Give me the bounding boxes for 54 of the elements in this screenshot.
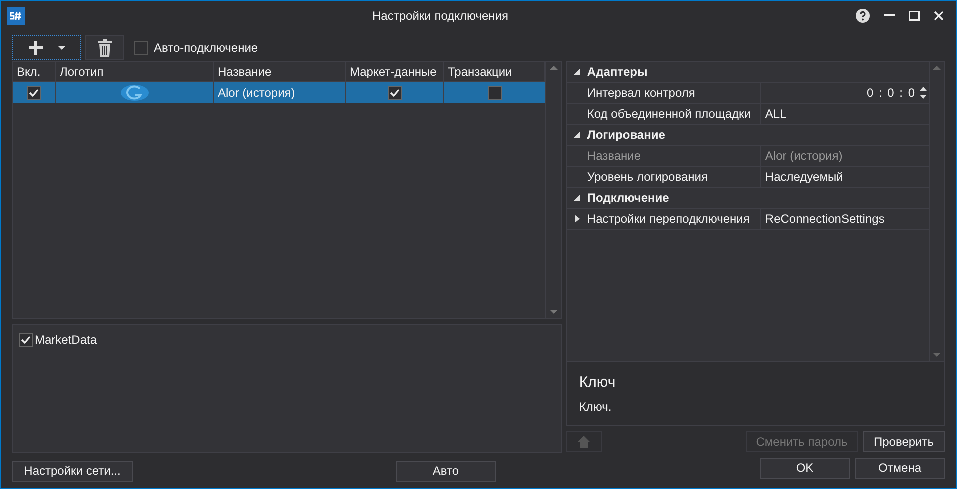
home-icon	[578, 436, 590, 448]
category-header: Подключение	[587, 190, 670, 207]
caret-icon	[58, 46, 66, 50]
connection-name: Alor (история)	[218, 84, 296, 102]
minimize-icon[interactable]	[884, 14, 895, 17]
expand-arrow-icon[interactable]	[574, 215, 580, 223]
property-value[interactable]: ALL	[765, 105, 787, 123]
connection-row[interactable]: Alor (история)	[13, 82, 546, 103]
property-value[interactable]: Alor (история)	[765, 147, 843, 165]
property-name: Уровень логирования	[587, 169, 708, 186]
ok-button[interactable]: OK	[760, 458, 850, 478]
collapse-arrow-icon[interactable]	[574, 69, 580, 75]
add-button[interactable]	[12, 35, 81, 60]
scroll-down-icon[interactable]	[550, 310, 558, 314]
column-header[interactable]: Транзакции	[444, 62, 546, 81]
auto-connect-checkbox[interactable]	[134, 40, 148, 54]
help-icon[interactable]	[856, 8, 870, 22]
property-name: Интервал контроля	[587, 85, 696, 102]
enabled-checkbox[interactable]	[27, 86, 41, 100]
property-name: Название	[587, 148, 642, 165]
timespan-field[interactable]: 0 : 0 : 0	[866, 84, 916, 102]
property-value[interactable]: Наследуемый	[765, 168, 844, 186]
description-title: Ключ	[579, 374, 617, 392]
market-data-checkbox[interactable]	[388, 86, 402, 100]
category-header: Адаптеры	[587, 64, 648, 81]
auto-button[interactable]: Авто	[396, 460, 496, 482]
category-header: Логирование	[587, 127, 666, 144]
logo-icon	[120, 84, 150, 102]
column-header[interactable]: Маркет-данные	[346, 62, 444, 81]
maximize-icon[interactable]	[909, 10, 920, 20]
trash-icon	[98, 38, 112, 56]
property-action-button[interactable]: Проверить	[863, 431, 945, 452]
column-header[interactable]: Логотип	[56, 62, 214, 81]
plus-icon	[28, 40, 44, 56]
property-value[interactable]: ReConnectionSettings	[765, 210, 885, 228]
close-icon[interactable]	[934, 10, 944, 20]
app-logo-icon	[7, 6, 25, 24]
delete-button[interactable]	[85, 35, 124, 60]
collapse-arrow-icon[interactable]	[574, 195, 580, 201]
window-title: Настройки подключения	[372, 8, 508, 24]
spinner-icon[interactable]	[920, 86, 927, 100]
network-settings-button[interactable]: Настройки сети...	[12, 460, 133, 482]
message-type-checkbox[interactable]	[19, 333, 33, 347]
transactions-checkbox[interactable]	[488, 86, 502, 100]
scroll-up-icon[interactable]	[550, 66, 558, 70]
cancel-button[interactable]: Отмена	[855, 458, 945, 478]
collapse-arrow-icon[interactable]	[574, 132, 580, 138]
column-header[interactable]: Вкл.	[13, 62, 56, 81]
property-name: Настройки переподключения	[587, 211, 750, 228]
property-name: Код объединенной площадки	[587, 106, 751, 123]
column-header[interactable]: Название	[214, 62, 346, 81]
message-type-label: MarketData	[35, 332, 98, 349]
description-text: Ключ.	[579, 399, 613, 416]
auto-connect-label: Авто-подключение	[154, 40, 258, 56]
